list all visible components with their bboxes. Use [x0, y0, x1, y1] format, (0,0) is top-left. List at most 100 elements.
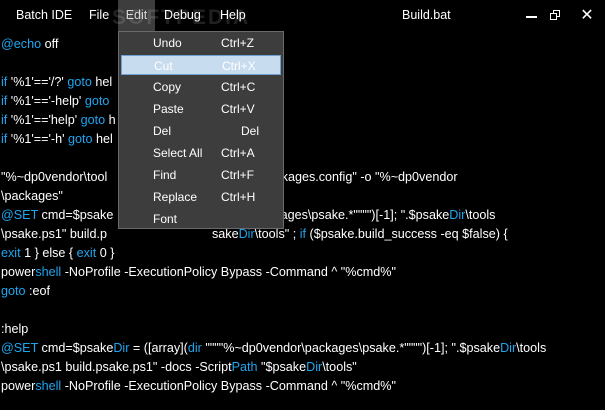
code-text: \tools	[465, 208, 496, 222]
code-keyword: goto	[68, 132, 93, 146]
code-text: cmd=$psake	[38, 341, 114, 355]
code-keyword: dir	[187, 341, 202, 355]
code-line: goto :eof	[1, 282, 50, 301]
code-keyword: Dir	[500, 341, 517, 355]
code-text: power	[1, 379, 36, 393]
code-keyword: if	[1, 132, 11, 146]
code-text: 0 }	[96, 246, 115, 260]
code-keyword: @echo	[1, 37, 42, 51]
code-keyword: goto	[80, 113, 106, 127]
code-keyword: goto	[67, 75, 92, 89]
menu-file[interactable]: File	[89, 0, 109, 31]
code-text: \psake.ps1 build.psake.ps1" -docs -Scrip…	[1, 360, 232, 374]
code-keyword: if	[1, 113, 11, 127]
code-line: @echo off	[1, 35, 58, 54]
code-text: \psake.ps1" build.p	[1, 227, 107, 241]
code-keyword: shell	[35, 379, 62, 393]
code-text: cmd=$psake	[38, 208, 114, 222]
code-line: if '%1'=='help' goto h	[1, 111, 116, 130]
watermark: SOFTPEDIA	[112, 6, 251, 29]
code-line: @SET cmd=$psakeDir = ([array](dir """"%~…	[1, 339, 546, 358]
code-keyword: Dir	[113, 341, 130, 355]
code-line: \psake.ps1 build.psake.ps1" -docs -Scrip…	[1, 358, 357, 377]
menu-item-shortcut: Del	[241, 124, 260, 138]
code-keyword: shell	[35, 265, 62, 279]
code-text: hel	[91, 75, 113, 89]
menu-item-label: Font	[153, 212, 178, 226]
menu-item-del[interactable]: Del Del	[121, 121, 281, 141]
minimize-icon[interactable]	[522, 7, 540, 25]
code-text: :help	[1, 322, 29, 336]
code-keyword: Dir	[449, 208, 466, 222]
menu-item-label: Del	[153, 124, 172, 138]
code-line: :help	[1, 320, 28, 339]
close-icon[interactable]: ✕	[578, 7, 596, 25]
code-text: :eof	[25, 284, 51, 298]
menu-item-cut[interactable]: Cut Ctrl+X	[121, 55, 281, 75]
code-text: \tools"	[322, 360, 357, 374]
code-line: \packages"	[1, 187, 63, 206]
code-keyword: Dir	[238, 227, 255, 241]
app-title: Batch IDE	[16, 8, 73, 22]
menu-item-copy[interactable]: Copy Ctrl+C	[121, 77, 281, 97]
code-keyword: goto	[1, 284, 26, 298]
code-text: \packages"	[1, 189, 63, 203]
code-line: if '%1'=='-help' goto	[1, 92, 109, 111]
restore-icon[interactable]	[546, 7, 564, 25]
code-text: """"%~dp0vendor\packages\psake.*"""")[-1…	[201, 341, 501, 355]
code-text: = ([array](	[129, 341, 188, 355]
menu-item-shortcut: Ctrl+V	[221, 102, 255, 116]
code-text: \tools	[516, 341, 547, 355]
code-text: ($psake.build_success -eq $false) {	[306, 227, 508, 241]
menu-item-label: Paste	[153, 102, 184, 116]
code-text: 1 } else {	[20, 246, 77, 260]
document-title: Build.bat	[402, 8, 451, 22]
menu-item-label: Replace	[153, 190, 198, 204]
code-text: "%~dp0vendor\tool	[1, 170, 108, 184]
code-text: '%1'=='-h'	[10, 132, 69, 146]
menu-item-find[interactable]: Find Ctrl+F	[121, 165, 281, 185]
menu-item-shortcut: Ctrl+H	[221, 190, 256, 204]
code-keyword: exit	[76, 246, 97, 260]
code-line: if '%1'=='/?' goto hel	[1, 73, 112, 92]
code-line: exit 1 } else { exit 0 }	[1, 244, 114, 263]
code-keyword: goto	[84, 94, 110, 108]
menu-item-label: Undo	[153, 36, 182, 50]
menu-item-replace[interactable]: Replace Ctrl+H	[121, 187, 281, 207]
menu-item-label: Cut	[154, 59, 173, 73]
menu-item-label: Copy	[153, 80, 182, 94]
code-text: -NoProfile -ExecutionPolicy Bypass -Comm…	[61, 379, 396, 393]
code-editor[interactable]: @echo off if '%1'=='/?' goto hel if '%1'==…	[0, 35, 605, 410]
code-text: -NoProfile -ExecutionPolicy Bypass -Comm…	[61, 265, 396, 279]
code-text: "$psake	[257, 360, 307, 374]
code-keyword: Dir	[306, 360, 323, 374]
menu-item-select-all[interactable]: Select All Ctrl+A	[121, 143, 281, 163]
code-keyword: Path	[231, 360, 258, 374]
code-line: powershell -NoProfile -ExecutionPolicy B…	[1, 377, 396, 396]
code-keyword: if	[1, 94, 11, 108]
title-bar: Batch IDE File Edit Debug Help SOFTPEDIA…	[0, 0, 605, 31]
menu-item-shortcut: Ctrl+F	[221, 168, 254, 182]
edit-menu-dropdown: Undo Ctrl+Z Cut Ctrl+X Copy Ctrl+C Paste Ctrl+V…	[118, 31, 284, 229]
code-keyword: exit	[1, 246, 21, 260]
menu-item-paste[interactable]: Paste Ctrl+V	[121, 99, 281, 119]
code-text: off	[41, 37, 59, 51]
code-keyword: @SET	[1, 208, 39, 222]
menu-item-undo[interactable]: Undo Ctrl+Z	[121, 33, 281, 53]
menu-item-shortcut: Ctrl+Z	[221, 36, 254, 50]
code-keyword: if	[1, 75, 11, 89]
code-line: if '%1'=='-h' goto hel	[1, 130, 113, 149]
code-text: '%1'=='-help'	[10, 94, 85, 108]
menu-item-font[interactable]: Font	[121, 209, 281, 229]
code-text: hel	[92, 132, 113, 146]
code-text: \tools" ;	[254, 227, 300, 241]
code-text: h	[105, 113, 116, 127]
code-text: power	[1, 265, 36, 279]
code-text: sake	[211, 227, 239, 241]
code-line: powershell -NoProfile -ExecutionPolicy B…	[1, 263, 396, 282]
menu-item-shortcut: Ctrl+A	[221, 146, 255, 160]
code-text: '%1'=='help'	[10, 113, 81, 127]
menu-item-shortcut: Ctrl+X	[222, 59, 256, 73]
code-keyword: @SET	[1, 341, 39, 355]
